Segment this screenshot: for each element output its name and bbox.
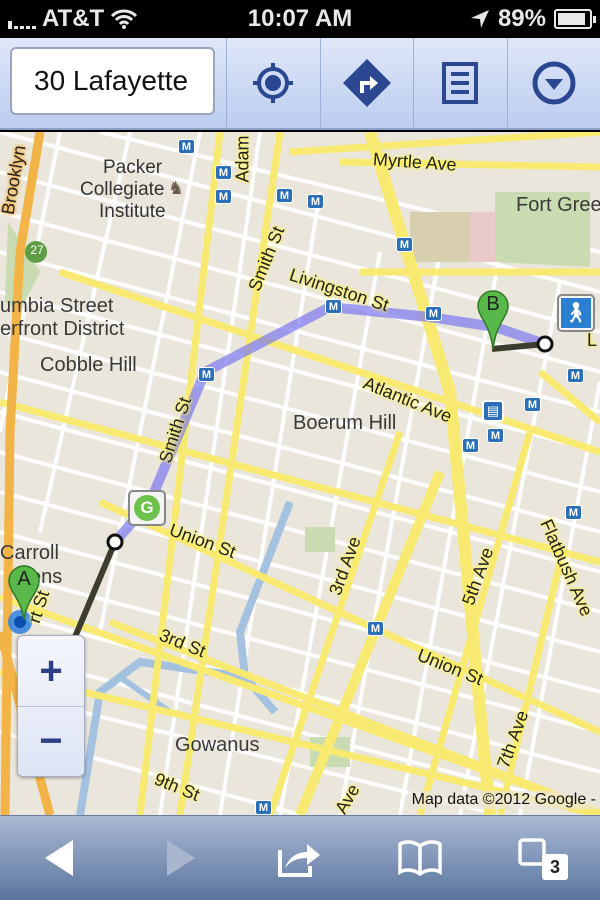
place-label: Gowanus <box>175 734 260 756</box>
crosshair-icon <box>253 63 294 103</box>
place-label: Carroll <box>0 542 59 564</box>
tabs-button[interactable]: 3 <box>500 828 580 888</box>
subway-station-icon[interactable]: M <box>276 188 293 203</box>
subway-station-icon[interactable]: M <box>567 368 584 383</box>
street-label: Adam <box>232 135 253 183</box>
dropdown-circle-icon <box>532 61 576 105</box>
book-icon <box>398 840 442 876</box>
back-arrow-icon <box>45 840 73 876</box>
subway-station-icon[interactable]: M <box>487 428 504 443</box>
route-shield-27: 27 <box>30 243 44 257</box>
subway-station-icon[interactable]: M <box>367 621 384 636</box>
location-arrow-icon <box>470 10 489 28</box>
options-menu-button[interactable] <box>508 38 600 128</box>
subway-station-icon[interactable]: M <box>178 139 195 154</box>
place-label: Boerum Hill <box>293 412 397 434</box>
browser-toolbar: 3 <box>0 815 600 900</box>
forward-arrow-icon <box>167 840 195 876</box>
marker-a[interactable]: A <box>7 564 41 622</box>
transit-callout-g[interactable]: G <box>128 490 166 526</box>
zoom-in-button[interactable]: + <box>18 636 84 706</box>
battery-icon <box>554 9 596 29</box>
subway-station-icon[interactable]: M <box>215 189 232 204</box>
share-icon <box>278 844 320 877</box>
place-label: Cobble Hill <box>40 354 137 376</box>
list-view-button[interactable] <box>414 38 508 128</box>
my-location-button[interactable] <box>227 38 321 128</box>
share-button[interactable] <box>260 828 340 888</box>
maps-toolbar <box>0 38 600 130</box>
map-base-layer <box>0 132 600 815</box>
directions-diamond-icon <box>342 59 391 107</box>
subway-station-icon[interactable]: M <box>396 237 413 252</box>
place-label: Packer <box>103 157 163 178</box>
tab-count: 3 <box>542 854 568 880</box>
place-label: umbia Street <box>0 295 114 317</box>
directions-button[interactable] <box>321 38 414 128</box>
zoom-out-button[interactable]: − <box>18 706 84 776</box>
battery-percent: 89% <box>497 5 546 32</box>
search-cell <box>0 38 227 128</box>
subway-station-icon[interactable]: M <box>307 194 324 209</box>
place-label: Institute <box>99 201 166 222</box>
school-icon: ♞ <box>168 178 185 198</box>
bookmarks-button[interactable] <box>380 828 460 888</box>
subway-station-icon[interactable]: M <box>565 505 582 520</box>
subway-station-icon[interactable]: M <box>462 438 479 453</box>
list-icon <box>442 62 479 104</box>
walk-callout[interactable]: 🚶︎ <box>557 294 595 332</box>
street-label: L <box>587 330 598 350</box>
walking-icon: 🚶︎ <box>561 298 591 328</box>
map-attribution: Map data ©2012 Google - <box>407 791 600 809</box>
forward-button[interactable] <box>140 828 220 888</box>
subway-station-icon[interactable]: M <box>524 397 541 412</box>
subway-station-icon[interactable]: M <box>425 306 442 321</box>
marker-b[interactable]: B <box>476 289 510 351</box>
subway-station-icon[interactable]: M <box>255 800 272 815</box>
place-label: erfront District <box>0 318 125 340</box>
zoom-control: + − <box>17 635 85 777</box>
train-station-icon[interactable]: ▤ <box>482 400 504 422</box>
map-canvas[interactable]: M M M M M M M M M M M M M M M M ▤ Packer… <box>0 132 600 815</box>
status-bar: AT&T 10:07 AM 89% <box>0 0 600 38</box>
back-button[interactable] <box>20 828 100 888</box>
search-input[interactable] <box>10 47 215 115</box>
place-label: Collegiate <box>80 179 165 200</box>
subway-station-icon[interactable]: M <box>198 367 215 382</box>
subway-station-icon[interactable]: M <box>215 165 232 180</box>
place-label: Fort Gree <box>516 194 600 216</box>
